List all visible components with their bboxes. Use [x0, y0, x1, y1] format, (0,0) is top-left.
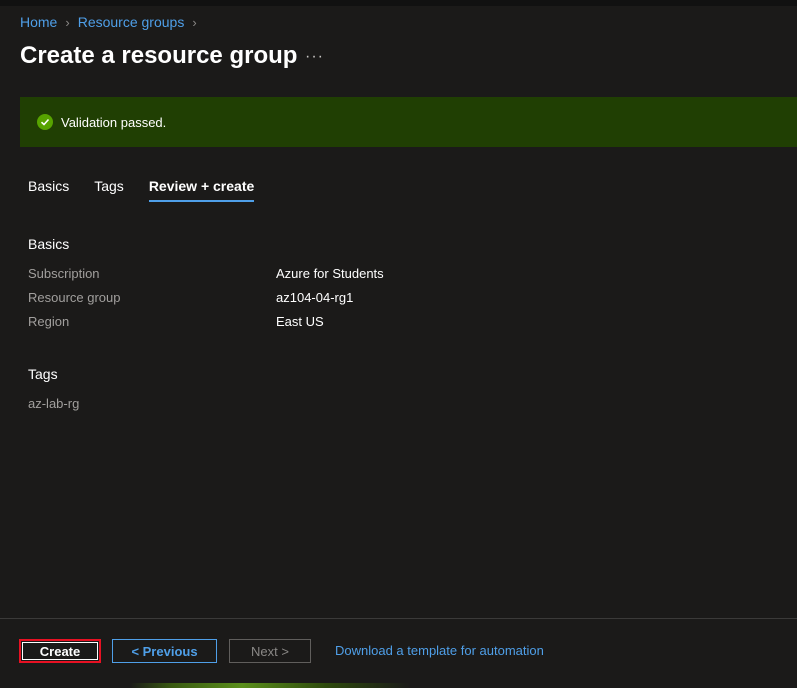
tab-basics[interactable]: Basics [28, 178, 69, 202]
previous-button[interactable]: < Previous [112, 639, 217, 663]
check-circle-icon [37, 114, 53, 130]
create-button[interactable]: Create [19, 639, 101, 663]
validation-message: Validation passed. [61, 114, 167, 130]
validation-banner: Validation passed. [20, 97, 797, 147]
top-bar [0, 0, 797, 6]
basics-section-title: Basics [28, 236, 70, 252]
next-button[interactable]: Next > [229, 639, 311, 663]
summary-key: Region [28, 314, 70, 329]
summary-key: Resource group [28, 290, 121, 305]
breadcrumb-resource-groups-link[interactable]: Resource groups [78, 14, 185, 30]
page-title: Create a resource group [20, 42, 298, 69]
download-template-link[interactable]: Download a template for automation [335, 643, 544, 658]
tab-bar: Basics Tags Review + create [28, 178, 279, 202]
tab-review-create[interactable]: Review + create [148, 178, 255, 202]
summary-key: Subscription [28, 266, 100, 281]
tags-section-title: Tags [28, 366, 58, 382]
summary-value: az104-04-rg1 [276, 290, 354, 305]
tab-tags[interactable]: Tags [94, 178, 124, 202]
more-options-icon[interactable]: ··· [305, 48, 324, 66]
chevron-right-icon: › [65, 14, 70, 30]
chevron-right-icon: › [192, 14, 197, 30]
breadcrumb: Home › Resource groups › [20, 14, 205, 30]
summary-value: East US [276, 314, 324, 329]
tag-value: az-lab-rg [28, 396, 80, 411]
breadcrumb-home-link[interactable]: Home [20, 14, 57, 30]
background-image [130, 683, 410, 688]
summary-row-subscription: Subscription Azure for Students [28, 266, 384, 281]
summary-row-region: Region East US [28, 314, 324, 329]
summary-row-resource-group: Resource group az104-04-rg1 [28, 290, 353, 305]
footer-divider [0, 618, 797, 619]
summary-value: Azure for Students [276, 266, 384, 281]
